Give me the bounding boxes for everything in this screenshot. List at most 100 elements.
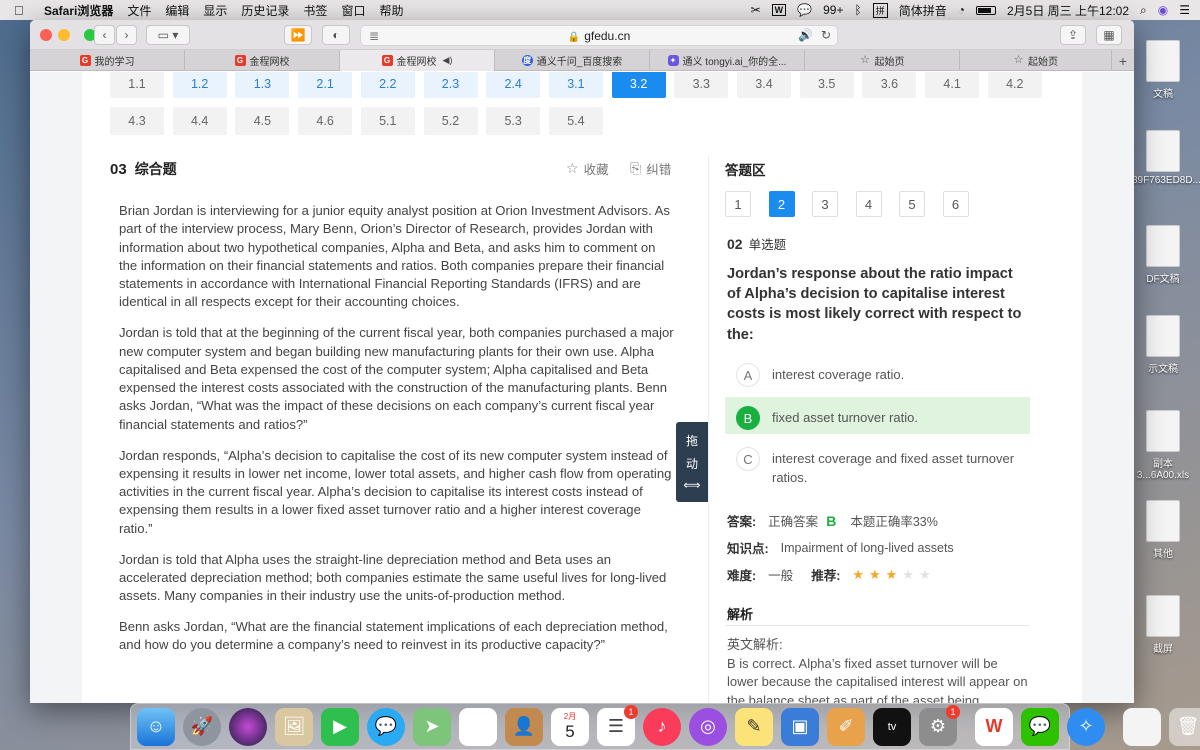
desktop-file[interactable]: 示文稿	[1132, 315, 1194, 375]
desktop-file[interactable]: DF文稿	[1132, 225, 1194, 285]
question-nav-button[interactable]: 4.6	[298, 107, 353, 135]
minimize-window-button[interactable]	[58, 29, 70, 41]
reload-icon[interactable]: ↻	[821, 28, 831, 42]
downloads-stack-icon[interactable]	[1123, 707, 1161, 746]
question-nav-button[interactable]: 2.2	[360, 72, 415, 98]
browser-tab-active[interactable]: G 金程网校 ◀)	[340, 50, 495, 71]
question-nav-button[interactable]: 1.2	[172, 72, 227, 98]
sub-question-button[interactable]: 1	[725, 191, 751, 217]
drag-handle[interactable]: 拖 动 ⟺	[676, 422, 708, 502]
browser-tab[interactable]: G 金程网校	[185, 50, 340, 71]
question-nav-button[interactable]: 1.3	[235, 72, 290, 98]
menu-bookmarks[interactable]: 书签	[303, 2, 327, 19]
option-c[interactable]: C interest coverage and fixed asset turn…	[725, 438, 1030, 487]
wechat-icon[interactable]: 💬	[797, 3, 812, 17]
sub-question-button[interactable]: 6	[942, 191, 969, 217]
finder-icon[interactable]: ☺	[137, 707, 175, 746]
privacy-button[interactable]: ◐	[322, 25, 350, 45]
siri-icon[interactable]: ◉	[1158, 3, 1168, 17]
menu-file[interactable]: 文件	[127, 2, 151, 19]
question-nav-button[interactable]: 4.4	[172, 107, 227, 135]
apple-menu-icon[interactable]: 	[14, 3, 32, 18]
scissors-icon[interactable]: ✂	[751, 3, 761, 17]
photos-icon[interactable]: ✿	[459, 707, 497, 746]
desktop-file[interactable]: 89F763ED8D...F5C.png	[1132, 130, 1200, 186]
desktop-file[interactable]: 文稿	[1132, 40, 1194, 100]
keynote-icon[interactable]: ▣	[781, 707, 819, 746]
maps-icon[interactable]: ➤	[413, 707, 451, 746]
sub-question-button[interactable]: 2	[768, 191, 795, 217]
forward-button[interactable]: ›	[116, 25, 137, 45]
option-b[interactable]: B fixed asset turnover ratio.	[725, 397, 1030, 434]
facetime-icon[interactable]: ▶	[321, 707, 359, 746]
input-method-label[interactable]: 简体拼音	[899, 2, 947, 19]
speaker-icon[interactable]: ◀)	[443, 55, 453, 66]
spotlight-search-icon[interactable]: ⌕	[1140, 3, 1147, 18]
w-app-icon[interactable]: W	[771, 4, 787, 16]
input-method-icon[interactable]: 拼	[872, 2, 888, 18]
extension-button[interactable]: ⏩	[284, 25, 312, 45]
report-error-button[interactable]: ⎘ 纠错	[630, 159, 671, 178]
question-nav-button[interactable]: 2.3	[423, 72, 478, 98]
sidebar-button[interactable]: ▭ ▾	[146, 25, 190, 45]
question-nav-button[interactable]: 5.3	[486, 107, 541, 135]
calendar-icon[interactable]: 2月 5	[551, 707, 589, 746]
menu-window[interactable]: 窗口	[341, 2, 365, 19]
question-nav-button[interactable]: 3.1	[548, 72, 603, 98]
question-nav-button[interactable]: 5.1	[360, 107, 415, 135]
browser-tab[interactable]: G 我的学习	[30, 50, 185, 71]
podcasts-icon[interactable]: ◎	[689, 707, 727, 746]
question-nav-button[interactable]: 4.1	[925, 72, 980, 98]
option-a[interactable]: A interest coverage ratio.	[725, 354, 1030, 387]
wechat-dock-icon[interactable]: 💬	[1021, 707, 1059, 746]
menu-view[interactable]: 显示	[203, 2, 227, 19]
question-nav-button[interactable]: 3.4	[737, 72, 791, 98]
reminders-icon[interactable]: ☰ 1	[597, 704, 638, 746]
siri-dock-icon[interactable]	[229, 707, 267, 746]
pages-icon[interactable]: ✐	[827, 707, 865, 746]
question-nav-button[interactable]: 3.6	[862, 72, 917, 98]
safari-icon[interactable]: ✧	[1067, 707, 1105, 746]
clock[interactable]: 2月5日 周三 上午12:02	[1007, 2, 1129, 19]
address-bar[interactable]: ≣ 🔒 gfedu.cn 🔊 ↻	[360, 25, 838, 46]
bluetooth-icon[interactable]: ᛒ	[854, 3, 861, 17]
question-nav-button[interactable]: 2.4	[486, 72, 541, 98]
battery-icon[interactable]	[975, 5, 996, 15]
question-nav-button[interactable]: 5.2	[423, 107, 478, 135]
sub-question-button[interactable]: 4	[855, 191, 882, 217]
question-nav-button[interactable]: 4.2	[987, 72, 1042, 98]
control-center-icon[interactable]: ☰	[1179, 3, 1190, 17]
browser-tab[interactable]: ☆ 起始页	[805, 50, 960, 71]
notes-icon[interactable]: ✎	[735, 707, 773, 746]
question-nav-button[interactable]: 2.1	[298, 72, 353, 98]
browser-tab[interactable]: 度通义千问_百度搜索	[495, 50, 650, 71]
system-preferences-icon[interactable]: ⚙ 1	[919, 704, 960, 746]
launchpad-icon[interactable]: 🚀	[183, 707, 221, 746]
browser-tab[interactable]: ✦ 通义 tongyi.ai_你的全...	[650, 50, 805, 71]
new-tab-button[interactable]: +	[1112, 50, 1134, 71]
share-button[interactable]: ⇪	[1060, 25, 1086, 45]
trash-icon[interactable]: 🗑	[1169, 707, 1200, 746]
preview-icon[interactable]: 🖼	[275, 707, 313, 746]
messages-icon[interactable]: 💬	[367, 707, 405, 746]
question-nav-button[interactable]: 3.3	[674, 72, 729, 98]
desktop-file[interactable]: 其他	[1132, 500, 1194, 560]
menu-help[interactable]: 帮助	[379, 2, 403, 19]
question-nav-button[interactable]: 4.3	[110, 107, 164, 135]
sub-question-button[interactable]: 5	[899, 191, 925, 217]
menu-app-name[interactable]: Safari浏览器	[44, 2, 113, 19]
question-nav-button[interactable]: 3.2	[611, 72, 666, 98]
wifi-icon[interactable]: ◔	[958, 3, 965, 17]
question-nav-button[interactable]: 1.1	[110, 72, 164, 98]
back-button[interactable]: ‹	[94, 25, 115, 45]
contacts-icon[interactable]: 👤	[505, 707, 543, 746]
close-window-button[interactable]	[40, 29, 52, 41]
tv-icon[interactable]: tv	[873, 707, 911, 746]
question-nav-button[interactable]: 4.5	[235, 107, 290, 135]
browser-tab[interactable]: ☆ 起始页	[960, 50, 1112, 71]
question-nav-button[interactable]: 5.4	[548, 107, 603, 135]
sub-question-button[interactable]: 3	[812, 191, 838, 217]
tab-overview-button[interactable]: ▦	[1096, 25, 1122, 45]
favorite-button[interactable]: ☆ 收藏	[566, 159, 609, 178]
music-icon[interactable]: ♪	[643, 707, 681, 746]
